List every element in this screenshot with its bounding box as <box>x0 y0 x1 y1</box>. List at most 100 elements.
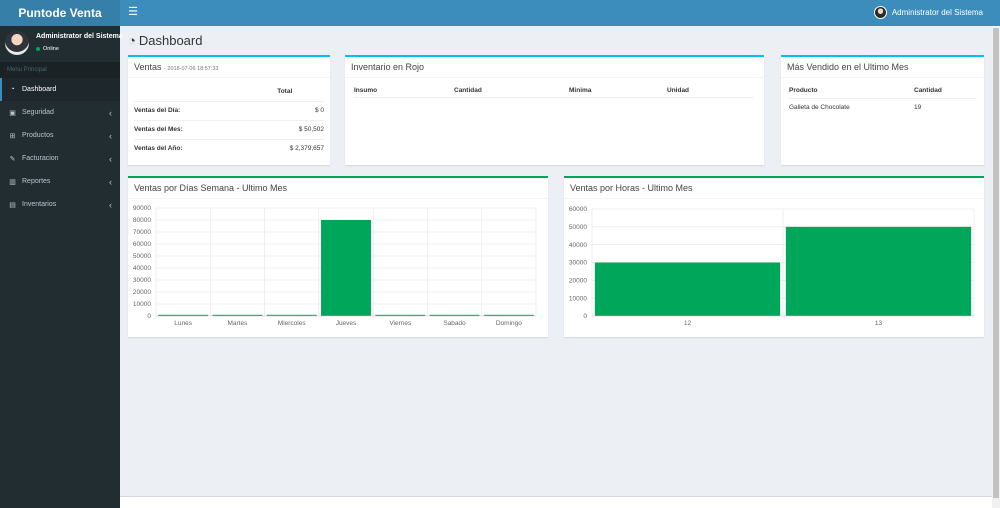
mas-vendido-box: Más Vendido en el Ultimo Mes Producto Ca… <box>781 55 984 165</box>
chevron-left-icon: ‹ <box>109 107 112 118</box>
sidebar-item-label: Dashboard <box>22 86 57 93</box>
user-menu[interactable]: Administrator del Sistema <box>873 6 983 19</box>
column-header: Cantidad <box>914 87 942 95</box>
sidebar-item-seguridad[interactable]: ▣ Seguridad ‹ <box>0 101 120 124</box>
column-header: Insumo <box>354 86 378 94</box>
bar-Jueves[interactable] <box>321 220 371 316</box>
dashboard-icon: ◔ <box>10 86 15 93</box>
x-tick-label: Jueves <box>336 320 357 327</box>
bar-12[interactable] <box>594 262 781 317</box>
scrollbar-thumb[interactable] <box>993 28 999 498</box>
chart-horas: 0 10000 20000 30000 40000 50000 60000 12 13 <box>569 206 975 327</box>
y-tick-label: 10000 <box>133 301 151 308</box>
chart-dias-box: Ventas por Días Semana - Ultimo Mes 0 100… <box>128 176 548 337</box>
sidebar-toggle-icon[interactable]: ☰ <box>126 5 140 19</box>
ventas-header: Ventas - 2018-07-06 18:57:33 <box>128 57 330 78</box>
sidebar-item-label: Seguridad <box>22 109 54 116</box>
bar-13[interactable] <box>785 226 972 316</box>
chart-dias-semana: 0 10000 20000 30000 40000 50000 60000 70000 8000… <box>133 205 537 327</box>
sidebar-item-label: Reportes <box>22 178 51 185</box>
x-tick-label: Lunes <box>174 320 192 327</box>
table-row: Galleta de Chocolate 19 <box>789 103 922 111</box>
chevron-left-icon: ‹ <box>109 153 112 164</box>
column-header: Minima <box>569 86 592 94</box>
sidebar-item-inventarios[interactable]: ▤ Inventarios ‹ <box>0 193 120 216</box>
sidebar-item-label: Productos <box>22 132 54 139</box>
sidebar-item-dashboard[interactable]: ◔ Dashboard <box>0 78 120 101</box>
inventario-header: Inventario en Rojo <box>345 57 764 78</box>
ventas-box: Ventas - 2018-07-06 18:57:33 Total Venta… <box>128 55 330 165</box>
y-tick-label: 90000 <box>133 205 151 212</box>
y-tick-label: 40000 <box>569 242 587 249</box>
lock-icon: ▣ <box>9 109 16 117</box>
x-tick-label: Miercoles <box>278 320 307 327</box>
y-tick-label: 50000 <box>133 253 151 260</box>
sidebar-item-facturacion[interactable]: ✎ Facturacion ‹ <box>0 147 120 170</box>
x-tick-label: Sabado <box>443 320 466 327</box>
column-header: Producto <box>789 87 818 95</box>
chart-dias-title: Ventas por Días Semana - Ultimo Mes <box>128 178 548 199</box>
sidebar-user-name: Administrator del Sistema <box>36 33 123 40</box>
y-tick-label: 70000 <box>133 229 151 236</box>
sidebar-item-label: Facturacion <box>22 155 59 162</box>
table-row: Ventas del Mes: $ 50,502 <box>134 120 324 139</box>
y-tick-label: 0 <box>583 313 587 320</box>
x-tick-label: 13 <box>875 320 883 327</box>
status-label: Online <box>43 46 59 52</box>
mas-vendido-table: Producto Cantidad Galleta de Chocolate 1… <box>789 84 977 116</box>
y-tick-label: 30000 <box>133 277 151 284</box>
table-row: Ventas del Año: $ 2,379,657 <box>134 145 324 153</box>
column-header-total: Total <box>277 87 293 95</box>
chevron-left-icon: ‹ <box>109 130 112 141</box>
chart-horas-box: Ventas por Horas - Ultimo Mes 0 10000 2000… <box>564 176 984 337</box>
ventas-table: Total Ventas del Día: $ 0 Ventas del Mes… <box>134 82 324 158</box>
edit-icon: ✎ <box>9 155 16 163</box>
page-scrollbar[interactable] <box>992 26 1000 508</box>
ventas-title: Ventas <box>134 62 162 72</box>
x-tick-label: 12 <box>684 320 692 327</box>
y-tick-label: 80000 <box>133 217 151 224</box>
chevron-left-icon: ‹ <box>109 199 112 210</box>
user-avatar <box>873 6 887 19</box>
avatar <box>5 31 29 55</box>
y-tick-label: 30000 <box>569 260 587 267</box>
ventas-timestamp: - 2018-07-06 18:57:33 <box>164 66 219 72</box>
x-tick-label: Domingo <box>496 320 522 327</box>
online-dot-icon <box>36 47 40 51</box>
y-tick-label: 0 <box>147 313 151 320</box>
app-logo[interactable]: Puntode Venta <box>0 0 120 26</box>
chart-icon: ▥ <box>9 178 16 186</box>
page-title-text: Dashboard <box>138 33 203 48</box>
top-navbar: ☰ Administrator del Sistema <box>120 0 1000 26</box>
sidebar-item-reportes[interactable]: ▥ Reportes ‹ <box>0 170 120 193</box>
inventario-box: Inventario en Rojo Insumo Cantidad Minim… <box>345 55 764 165</box>
y-tick-label: 60000 <box>133 241 151 248</box>
chevron-left-icon: ‹ <box>109 176 112 187</box>
menu-header: Menu Principal <box>0 62 120 78</box>
dashboard-title-icon: ◔ <box>128 33 136 48</box>
y-tick-label: 50000 <box>569 224 587 231</box>
y-tick-label: 20000 <box>569 278 587 285</box>
x-tick-label: Martes <box>227 320 248 327</box>
y-tick-label: 20000 <box>133 289 151 296</box>
user-menu-name: Administrator del Sistema <box>891 8 983 17</box>
sidebar: Administrator del Sistema Online Menu Pr… <box>0 26 123 508</box>
inventario-table: Insumo Cantidad Minima Unidad <box>354 84 754 98</box>
main-content: ◔ Dashboard Ventas - 2018-07-06 18:57:33… <box>120 26 992 496</box>
status-online: Online <box>36 46 59 52</box>
sidebar-item-productos[interactable]: ⊞ Productos ‹ <box>0 124 120 147</box>
chart-horas-title: Ventas por Horas - Ultimo Mes <box>564 178 984 199</box>
column-header: Unidad <box>667 86 690 94</box>
column-header: Cantidad <box>454 86 482 94</box>
mas-vendido-header: Más Vendido en el Ultimo Mes <box>781 57 984 78</box>
table-row: Ventas del Día: $ 0 <box>134 101 324 120</box>
y-tick-label: 10000 <box>569 295 587 302</box>
user-panel: Administrator del Sistema Online <box>0 26 123 62</box>
footer <box>120 496 992 508</box>
book-icon: ▤ <box>9 201 16 209</box>
x-tick-label: Viernes <box>389 320 412 327</box>
y-tick-label: 40000 <box>133 265 151 272</box>
sidebar-item-label: Inventarios <box>22 201 57 208</box>
page-title: ◔ Dashboard <box>128 33 202 48</box>
cart-icon: ⊞ <box>9 132 16 140</box>
